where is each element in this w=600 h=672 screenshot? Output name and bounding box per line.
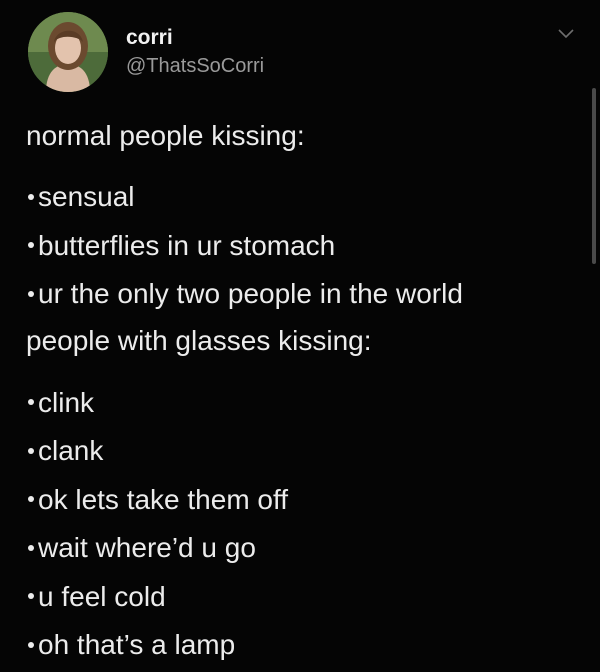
bullet-icon [28, 193, 34, 200]
scrollbar[interactable] [592, 88, 596, 264]
avatar[interactable] [28, 12, 108, 92]
list-item: sensual [26, 173, 586, 222]
bullet-icon [28, 447, 34, 454]
chevron-down-icon[interactable] [557, 28, 575, 40]
list-item: ok lets take them off [26, 476, 586, 525]
section-heading-glasses: people with glasses kissing: [26, 324, 372, 356]
bullet-icon [28, 242, 34, 249]
list-glasses-people: clink clank ok lets take them off wait w… [26, 379, 586, 670]
list-item-text: wait where’d u go [38, 532, 256, 563]
bullet-icon [28, 593, 34, 600]
bullet-icon [28, 641, 34, 648]
bullet-icon [28, 399, 34, 406]
user-handle[interactable]: @ThatsSoCorri [126, 53, 264, 79]
user-names: corri @ThatsSoCorri [126, 25, 264, 79]
bullet-icon [28, 496, 34, 503]
list-normal-people: sensual butterflies in ur stomach ur the… [26, 173, 586, 319]
list-item: u feel cold [26, 573, 586, 622]
list-item-text: ur the only two people in the world [38, 278, 463, 309]
list-item-text: oh that’s a lamp [38, 629, 236, 660]
list-item-text: clank [38, 435, 104, 466]
tweet-header: corri @ThatsSoCorri [28, 12, 264, 92]
list-item: clink [26, 379, 586, 428]
list-item: oh that’s a lamp [26, 621, 586, 670]
tweet-card: corri @ThatsSoCorri normal people kissin… [0, 0, 600, 672]
list-item-text: ok lets take them off [38, 483, 289, 515]
bullet-icon [28, 290, 34, 297]
list-item: wait where’d u go [26, 524, 586, 573]
list-item-text: clink [38, 386, 95, 418]
list-item-text: butterflies in ur stomach [38, 229, 336, 261]
list-item: ur the only two people in the world [26, 270, 586, 319]
section-heading-normal: normal people kissing: [26, 120, 305, 151]
list-item-text: u feel cold [38, 580, 166, 612]
tweet-text: normal people kissing: sensual butterfli… [26, 116, 586, 670]
display-name[interactable]: corri [126, 25, 264, 51]
bullet-icon [28, 544, 34, 551]
list-item: butterflies in ur stomach [26, 222, 586, 271]
list-item: clank [26, 427, 586, 476]
avatar-image [28, 12, 108, 92]
list-item-text: sensual [38, 181, 135, 212]
